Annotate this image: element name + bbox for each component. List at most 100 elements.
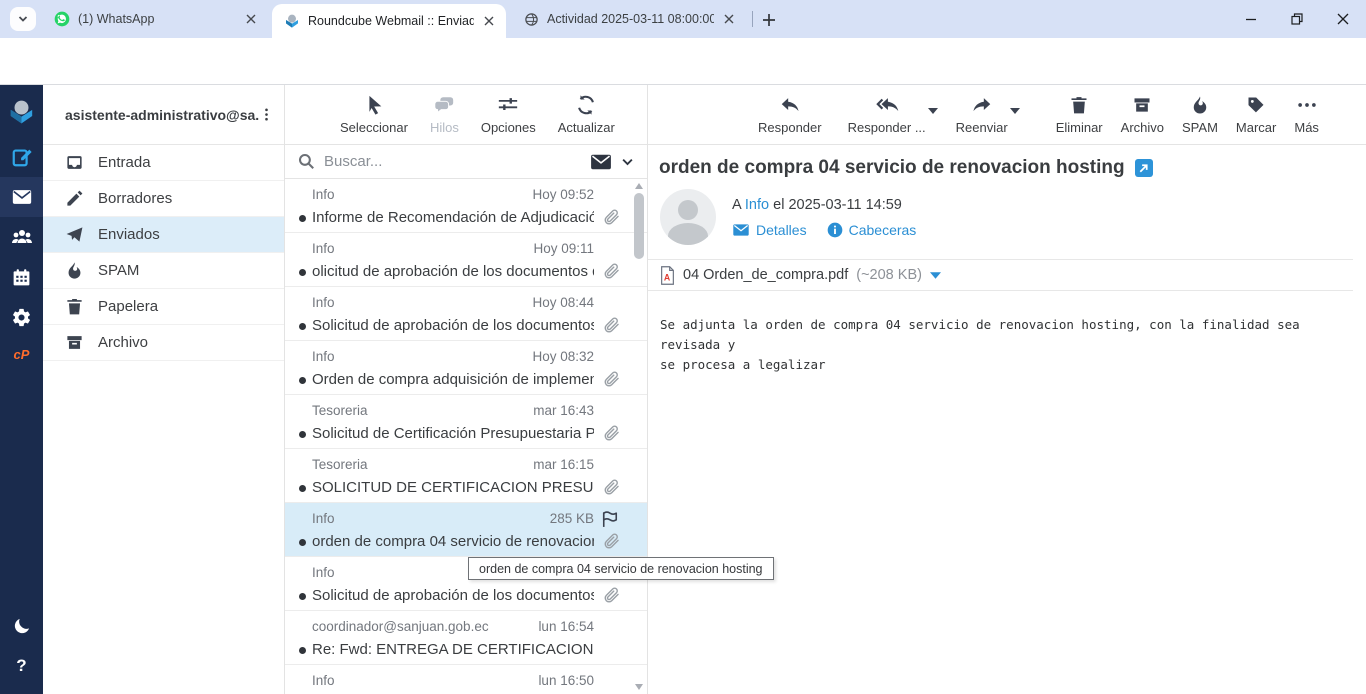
unread-dot	[299, 647, 306, 654]
roundcube-logo[interactable]	[0, 85, 43, 137]
attachment-row[interactable]: A 04 Orden_de_compra.pdf (~208 KB)	[648, 259, 1353, 291]
message-list-item[interactable]: Info lun 16:50	[285, 665, 647, 694]
delete-button[interactable]: Eliminar	[1056, 85, 1103, 135]
archive-button[interactable]: Archivo	[1121, 85, 1164, 135]
tab-title: Actividad 2025-03-11 08:00:00	[547, 12, 714, 26]
rail-contacts-button[interactable]	[0, 217, 43, 257]
recipient-link[interactable]: Info	[745, 197, 769, 213]
threads-button[interactable]: Hilos	[430, 85, 459, 135]
folder-item-archivo[interactable]: Archivo	[43, 325, 284, 361]
roundcube-app: cP ? asistente-administrativo@sa... Entr…	[0, 85, 1366, 694]
new-tab-button[interactable]	[758, 9, 780, 31]
dark-mode-toggle[interactable]	[0, 606, 43, 646]
compose-icon	[12, 149, 32, 167]
cursor-icon	[369, 95, 382, 115]
recipient-line: A Info el 2025-03-11 14:59	[732, 197, 902, 213]
folder-item-spam[interactable]: SPAM	[43, 253, 284, 289]
folder-item-enviados[interactable]: Enviados	[43, 217, 284, 253]
more-dots-icon	[1297, 103, 1316, 107]
calendar-icon	[13, 268, 30, 285]
more-button[interactable]: Más	[1294, 85, 1319, 135]
tab-whatsapp[interactable]: (1) WhatsApp	[42, 0, 268, 38]
search-bar	[285, 145, 647, 179]
message-list-item[interactable]: Info 285 KB orden de compra 04 servicio …	[285, 503, 647, 557]
compose-button[interactable]	[0, 137, 43, 177]
message-list-item[interactable]: Tesoreria mar 16:15 SOLICITUD DE CERTIFI…	[285, 449, 647, 503]
tooltip: orden de compra 04 servicio de renovacio…	[468, 557, 774, 580]
tag-icon	[1248, 97, 1264, 113]
folder-item-entrada[interactable]: Entrada	[43, 145, 284, 181]
forward-button[interactable]: Reenviar	[956, 85, 1020, 135]
message-list-item[interactable]: coordinador@sanjuan.gob.ec lun 16:54 Re:…	[285, 611, 647, 665]
message-sender: Tesoreria	[312, 403, 368, 418]
folder-label: Entrada	[98, 154, 151, 171]
window-minimize-button[interactable]	[1228, 0, 1274, 38]
close-icon[interactable]	[480, 12, 498, 30]
options-button[interactable]: Opciones	[481, 85, 536, 135]
reply-all-menu-caret-icon[interactable]	[927, 107, 938, 115]
tab-separator	[752, 11, 753, 27]
message-list-item[interactable]: Tesoreria mar 16:43 Solicitud de Certifi…	[285, 395, 647, 449]
mark-button[interactable]: Marcar	[1236, 85, 1276, 135]
options-icon	[499, 98, 518, 111]
search-options-chevron-icon[interactable]	[620, 154, 635, 169]
message-subject: orden de compra 04 servicio de renovacio…	[659, 157, 1125, 178]
refresh-icon	[578, 95, 595, 115]
folder-item-borradores[interactable]: Borradores	[43, 181, 284, 217]
message-list-item[interactable]: Info Hoy 09:52 Informe de Recomendación …	[285, 179, 647, 233]
help-button[interactable]: ?	[0, 646, 43, 686]
message-list-item[interactable]: Info Hoy 08:32 Orden de compra adquisici…	[285, 341, 647, 395]
window-restore-button[interactable]	[1274, 0, 1320, 38]
forward-menu-caret-icon[interactable]	[1009, 107, 1020, 115]
folder-label: Archivo	[98, 334, 149, 351]
scroll-down-icon[interactable]	[634, 682, 644, 692]
search-scope-mail-icon[interactable]	[590, 153, 612, 171]
search-input[interactable]	[324, 153, 582, 170]
window-close-button[interactable]	[1320, 0, 1366, 38]
attachment-name[interactable]: 04 Orden_de_compra.pdf	[683, 267, 848, 283]
message-meta: lun 16:54	[538, 619, 594, 634]
message-list-item[interactable]: Info Hoy 08:44 Solicitud de aprobación d…	[285, 287, 647, 341]
scroll-up-icon[interactable]	[634, 181, 644, 191]
globe-icon	[525, 12, 538, 26]
tab-actividad[interactable]: Actividad 2025-03-11 08:00:00	[512, 0, 746, 38]
paperclip-icon	[604, 479, 619, 495]
headers-link[interactable]: Cabeceras	[827, 222, 916, 238]
cpanel-logo: cP	[13, 346, 30, 362]
reply-button[interactable]: Responder	[758, 85, 822, 135]
question-mark-icon: ?	[16, 656, 27, 675]
message-list-item[interactable]: Info Hoy 09:11 olicitud de aprobación de…	[285, 233, 647, 287]
message-sender: coordinador@sanjuan.gob.ec	[312, 619, 489, 634]
account-menu-icon[interactable]	[259, 107, 274, 122]
message-meta: Hoy 09:11	[533, 241, 594, 256]
list-scrollbar[interactable]	[633, 179, 645, 694]
scrollbar-thumb[interactable]	[634, 193, 644, 259]
rail-settings-button[interactable]	[0, 297, 43, 337]
close-icon[interactable]	[720, 10, 738, 28]
message-sender: Info	[312, 673, 335, 688]
message-sender: Info	[312, 295, 335, 310]
paperclip-icon	[604, 587, 619, 603]
close-icon[interactable]	[242, 10, 260, 28]
list-toolbar: Seleccionar Hilos Opciones Actualizar	[285, 85, 647, 145]
refresh-button[interactable]: Actualizar	[558, 85, 615, 135]
paperclip-icon	[604, 317, 619, 333]
message-sender: Info	[312, 349, 335, 364]
folder-item-papelera[interactable]: Papelera	[43, 289, 284, 325]
spam-button[interactable]: SPAM	[1182, 85, 1218, 135]
browser-tabstrip: (1) WhatsApp Roundcube Webmail :: Enviad…	[0, 0, 1366, 38]
rail-cpanel-button[interactable]: cP	[0, 337, 43, 371]
open-in-new-window-icon[interactable]	[1134, 159, 1153, 177]
rail-mail-button[interactable]	[0, 177, 43, 217]
reply-all-button[interactable]: Responder ...	[848, 85, 938, 135]
flag-icon[interactable]	[600, 509, 620, 529]
tab-search-button[interactable]	[10, 7, 36, 31]
select-button[interactable]: Seleccionar	[340, 85, 408, 135]
folder-label: Enviados	[98, 226, 160, 243]
paperclip-icon	[604, 209, 619, 225]
attachment-menu-caret-icon[interactable]	[929, 271, 941, 280]
rail-calendar-button[interactable]	[0, 257, 43, 297]
tab-roundcube[interactable]: Roundcube Webmail :: Enviados	[272, 4, 506, 38]
details-link[interactable]: Detalles	[732, 222, 807, 238]
reading-pane: Responder Responder ... Reenviar Elimina…	[648, 85, 1366, 694]
